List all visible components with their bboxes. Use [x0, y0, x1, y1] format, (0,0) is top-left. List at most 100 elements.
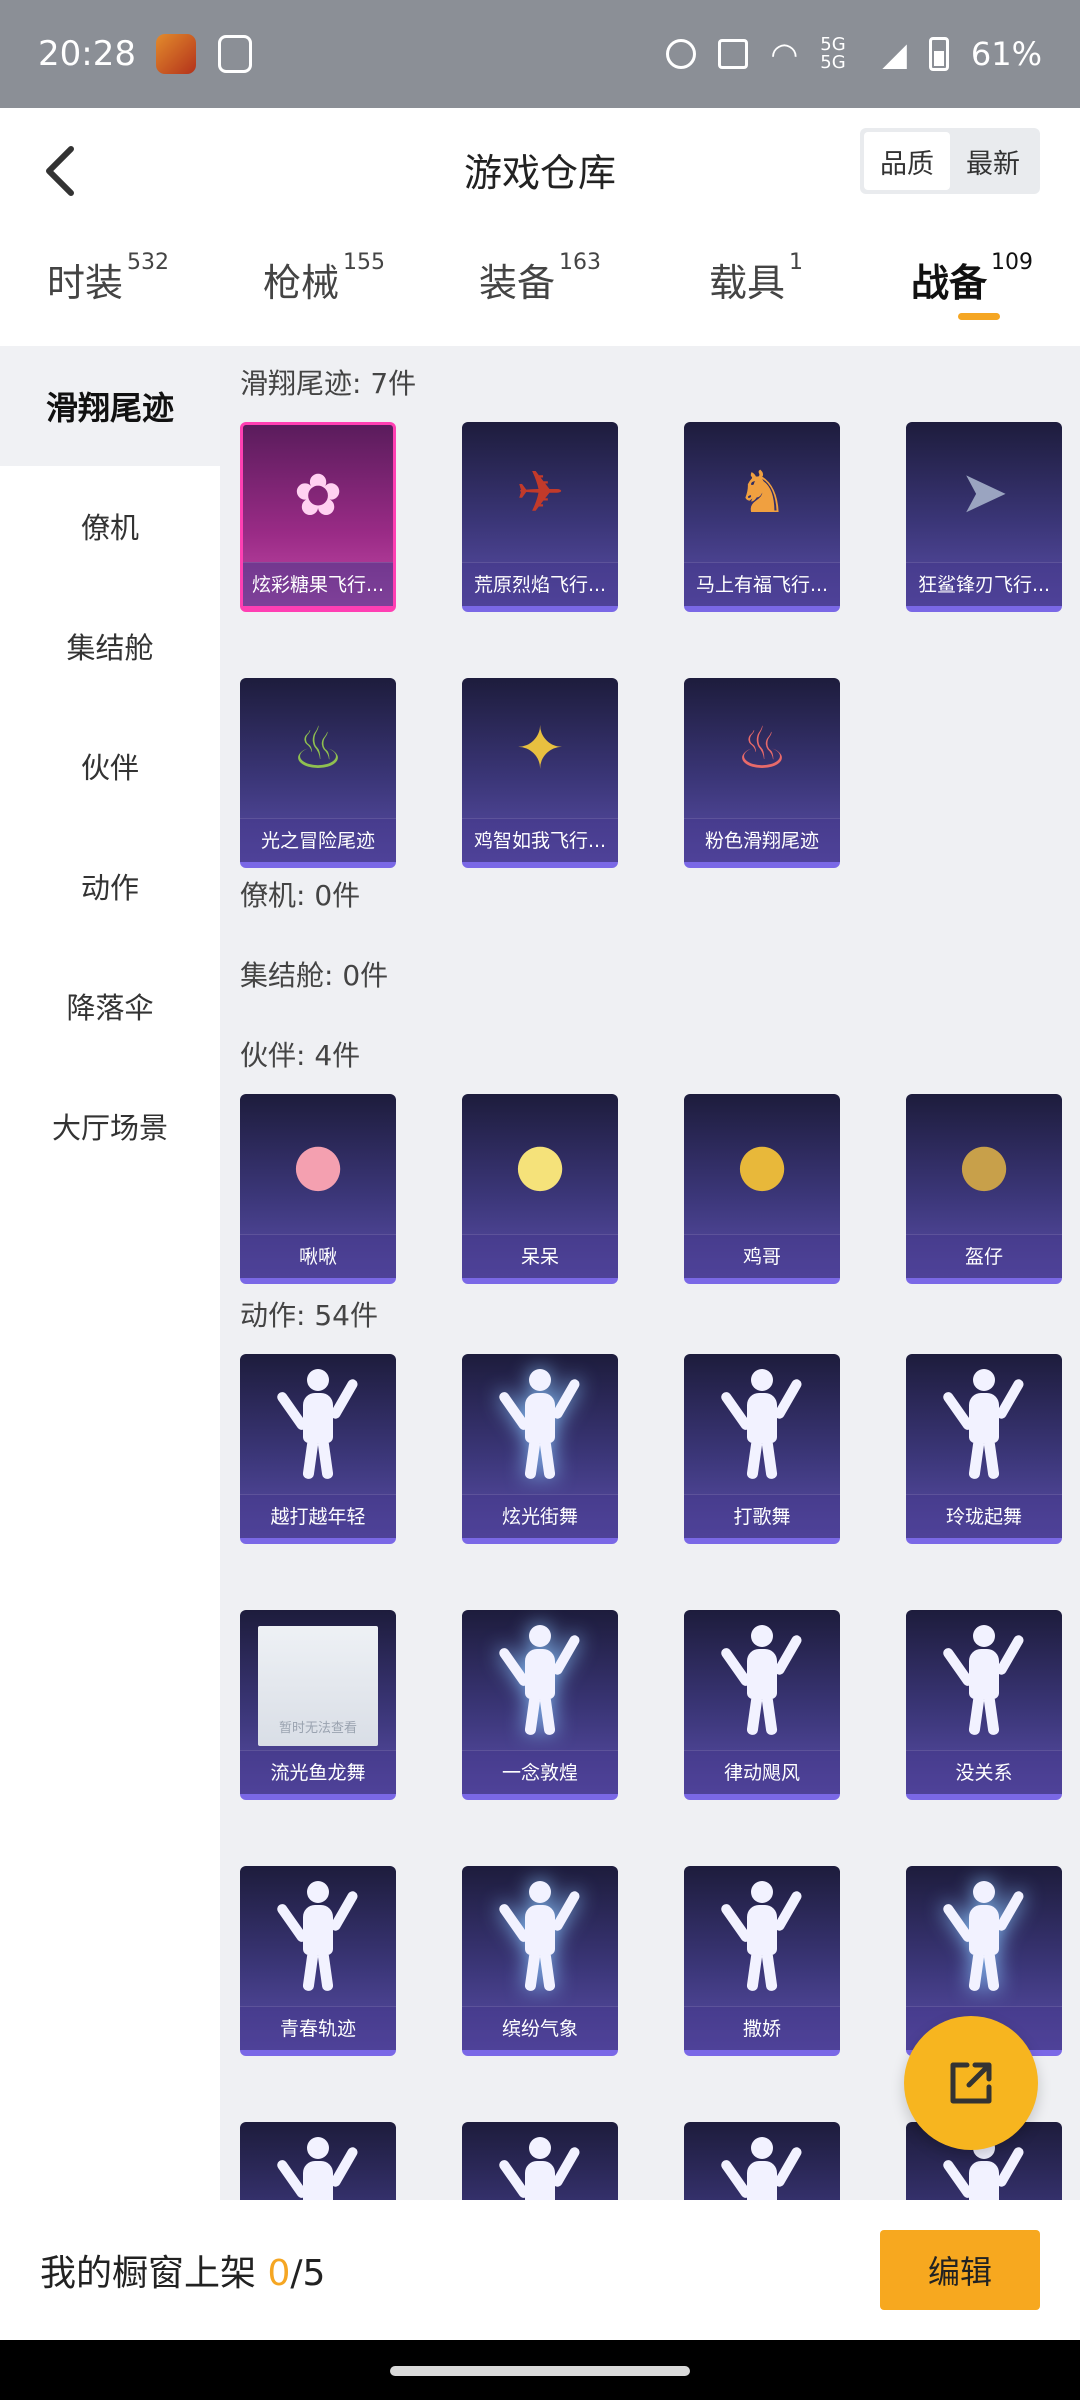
tab-outfits[interactable]: 时装 532	[0, 238, 216, 346]
tab-vehicles[interactable]: 载具 1	[648, 238, 864, 346]
item-card[interactable]: 律动飓风	[684, 1610, 840, 1800]
network-indicator: 5G 5G	[820, 34, 846, 73]
item-card[interactable]: ● 鸡哥	[684, 1094, 840, 1284]
tab-count: 109	[991, 250, 1033, 275]
sort-quality-button[interactable]: 品质	[864, 132, 950, 190]
tab-combat-gear[interactable]: 战备 109	[864, 238, 1080, 346]
sidebar-item-lobby-scene[interactable]: 大厅场景	[0, 1066, 220, 1186]
tab-label: 时装	[46, 261, 123, 305]
item-card[interactable]: 青春轨迹	[240, 1866, 396, 2056]
home-gesture-handle[interactable]	[390, 2366, 690, 2376]
item-card[interactable]: 玲珑起舞	[906, 1354, 1062, 1544]
item-card[interactable]: ♨ 光之冒险尾迹	[240, 678, 396, 868]
item-label: 炫光街舞	[462, 1494, 618, 1538]
item-card[interactable]: ♨ 粉色滑翔尾迹	[684, 678, 840, 868]
item-label: 光之冒险尾迹	[240, 818, 396, 862]
edit-button[interactable]: 编辑	[880, 2230, 1040, 2310]
item-card[interactable]: ● 啾啾	[240, 1094, 396, 1284]
dance-figure-icon	[906, 1866, 1062, 2006]
tab-label: 装备	[478, 261, 555, 305]
item-card[interactable]: ✿ 炫彩糖果飞行...	[240, 422, 396, 612]
glide-grid: ✿ 炫彩糖果飞行... ✈ 荒原烈焰飞行... ♞ 马上有福飞行... ➤ 狂鲨…	[240, 422, 1080, 868]
candy-glider-icon: ✿	[293, 461, 343, 529]
item-label: 盔仔	[906, 1234, 1062, 1278]
item-card[interactable]: 暂时无法查看 流光鱼龙舞	[240, 1610, 396, 1800]
dance-figure-icon	[684, 2122, 840, 2200]
tab-count: 163	[559, 250, 601, 275]
category-sidebar: 滑翔尾迹 僚机 集结舱 伙伴 动作 降落伞 大厅场景	[0, 346, 220, 2200]
section-title-glide: 滑翔尾迹: 7件	[240, 367, 417, 400]
tab-equipment[interactable]: 装备 163	[432, 238, 648, 346]
item-label: 没关系	[906, 1750, 1062, 1794]
item-card[interactable]: 打歌舞	[684, 1354, 840, 1544]
dance-figure-icon	[906, 1610, 1062, 1750]
dance-figure-icon	[684, 1866, 840, 2006]
item-label: 啾啾	[240, 1234, 396, 1278]
tab-count: 155	[343, 250, 385, 275]
dance-figure-icon	[462, 1866, 618, 2006]
item-label: 鸡哥	[684, 1234, 840, 1278]
dance-figure-icon	[462, 2122, 618, 2200]
battery-icon	[928, 37, 949, 71]
sidebar-item-capsule[interactable]: 集结舱	[0, 586, 220, 706]
tab-weapons[interactable]: 枪械 155	[216, 238, 432, 346]
item-card[interactable]: 没关系	[906, 1610, 1062, 1800]
item-card[interactable]: ● 呆呆	[462, 1094, 618, 1284]
category-tabs: 时装 532 枪械 155 装备 163 载具 1 战备 109	[0, 238, 1080, 346]
item-label: 缤纷气象	[462, 2006, 618, 2050]
item-card[interactable]	[240, 2122, 396, 2200]
sidebar-item-glide-trail[interactable]: 滑翔尾迹	[0, 346, 220, 466]
pink-smoke-trail-icon: ♨	[736, 714, 788, 782]
tab-label: 载具	[708, 261, 785, 305]
mute-icon	[666, 39, 697, 69]
item-card[interactable]: ♞ 马上有福飞行...	[684, 422, 840, 612]
sidebar-item-wingman[interactable]: 僚机	[0, 466, 220, 586]
item-label: 呆呆	[462, 1234, 618, 1278]
item-card[interactable]	[684, 2122, 840, 2200]
status-time: 20:28	[38, 34, 136, 74]
item-card[interactable]: 撒娇	[684, 1866, 840, 2056]
item-card[interactable]: 缤纷气象	[462, 1866, 618, 2056]
battery-percent: 61%	[970, 35, 1042, 73]
sidebar-item-parachute[interactable]: 降落伞	[0, 946, 220, 1066]
page-header: 游戏仓库 品质 最新	[0, 108, 1080, 238]
tab-label: 枪械	[262, 261, 339, 305]
showcase-total: /5	[290, 2253, 326, 2294]
sidebar-item-action[interactable]: 动作	[0, 826, 220, 946]
dance-figure-icon	[240, 1866, 396, 2006]
item-label: 青春轨迹	[240, 2006, 396, 2050]
screen-record-icon	[217, 35, 252, 73]
item-card[interactable]: 炫光街舞	[462, 1354, 618, 1544]
section-title-capsule: 集结舱: 0件	[240, 959, 389, 992]
item-card[interactable]: ● 盔仔	[906, 1094, 1062, 1284]
item-card[interactable]: 越打越年轻	[240, 1354, 396, 1544]
item-label: 炫彩糖果飞行...	[243, 562, 393, 606]
showcase-bar: 我的橱窗上架 0/5 编辑	[0, 2200, 1080, 2340]
dance-figure-icon	[684, 1610, 840, 1750]
sort-toggle: 品质 最新	[860, 128, 1040, 194]
item-card[interactable]: 一念敦煌	[462, 1610, 618, 1800]
sidebar-item-partner[interactable]: 伙伴	[0, 706, 220, 826]
item-card[interactable]: ✈ 荒原烈焰飞行...	[462, 422, 618, 612]
nfc-icon	[718, 39, 749, 69]
item-label: 律动飓风	[684, 1750, 840, 1794]
helmet-chick-icon: ●	[958, 1130, 1010, 1198]
sunglasses-chicken-icon: ●	[736, 1130, 788, 1198]
share-button[interactable]	[904, 2016, 1038, 2150]
item-card[interactable]: ➤ 狂鲨锋刃飞行...	[906, 422, 1062, 612]
item-label: 荒原烈焰飞行...	[462, 562, 618, 606]
wifi-icon: ◠	[770, 35, 799, 73]
status-bar: 20:28 ◠ 5G 5G ◢ 61%	[0, 0, 1080, 108]
item-card[interactable]	[462, 2122, 618, 2200]
item-label: 马上有福飞行...	[684, 562, 840, 606]
item-card[interactable]: ✦ 鸡智如我飞行...	[462, 678, 618, 868]
section-title-wingman: 僚机: 0件	[240, 879, 361, 912]
sort-latest-button[interactable]: 最新	[950, 132, 1036, 190]
item-label: 鸡智如我飞行...	[462, 818, 618, 862]
item-label: 越打越年轻	[240, 1494, 396, 1538]
yellow-chick-icon: ●	[514, 1130, 566, 1198]
signal-icon: ◢	[882, 35, 907, 73]
dance-figure-icon	[240, 2122, 396, 2200]
item-label: 粉色滑翔尾迹	[684, 818, 840, 862]
partner-grid: ● 啾啾 ● 呆呆 ● 鸡哥 ● 盔仔	[240, 1094, 1080, 1284]
